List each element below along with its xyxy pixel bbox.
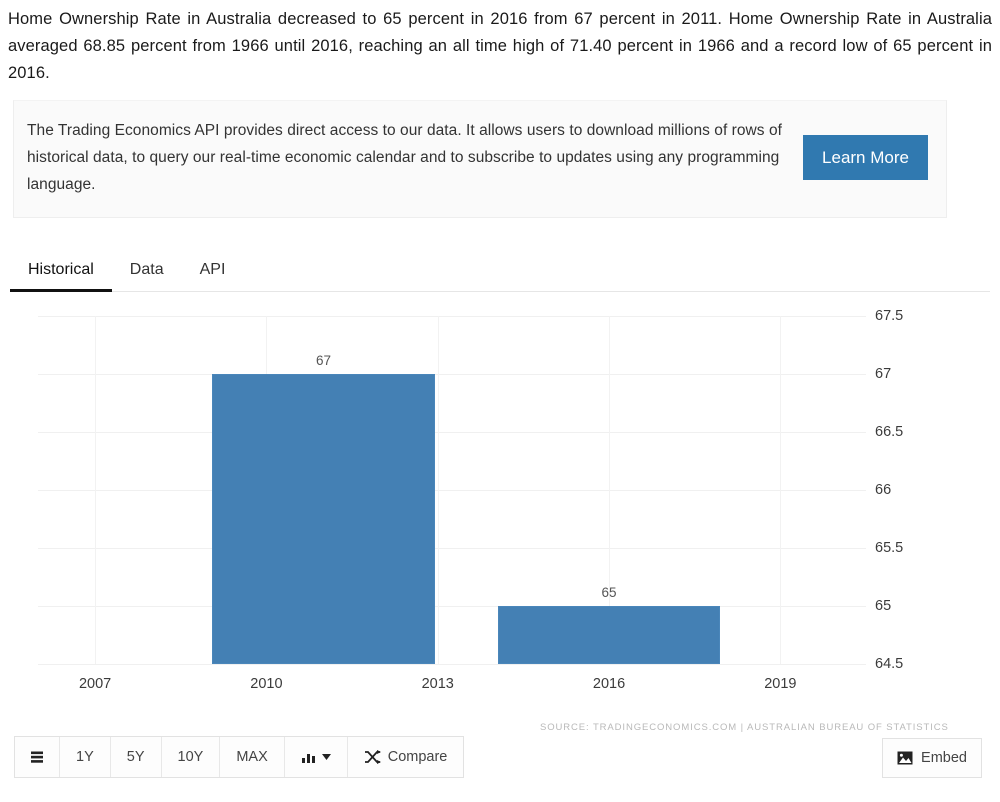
gridline-horizontal — [38, 432, 866, 433]
bar-value-label: 67 — [316, 353, 332, 368]
tab-api[interactable]: API — [182, 248, 244, 292]
shuffle-icon — [364, 750, 388, 764]
bar-value-label: 65 — [601, 585, 617, 600]
bar-chart-icon — [301, 750, 322, 764]
list-view-button[interactable] — [15, 737, 60, 777]
y-axis-tick-label: 67.5 — [875, 308, 904, 324]
chart-toolbar: 1Y 5Y 10Y MAX Compare — [14, 736, 465, 778]
chart-container[interactable]: 67 65 SOURCE: TRADINGECONOMICS.COM | AUST… — [0, 296, 1000, 733]
chevron-down-icon — [321, 754, 331, 760]
gridline-horizontal — [38, 316, 866, 317]
y-axis-tick-label: 64.5 — [875, 656, 904, 672]
gridline-vertical — [780, 316, 782, 664]
x-axis-tick-label: 2010 — [250, 676, 283, 692]
gridline-vertical — [437, 316, 439, 664]
chart-plot-area: 67 65 SOURCE: TRADINGECONOMICS.COM | AUST… — [38, 316, 948, 802]
x-axis-tick-label: 2019 — [764, 676, 797, 692]
compare-button[interactable]: Compare — [347, 737, 464, 777]
chart-source-note: SOURCE: TRADINGECONOMICS.COM | AUSTRALIA… — [540, 722, 949, 733]
chart-type-dropdown[interactable] — [284, 737, 348, 777]
embed-button[interactable]: Embed — [882, 738, 982, 778]
chart-bar[interactable] — [212, 374, 435, 664]
tab-bar: Historical Data API — [10, 248, 990, 292]
embed-label: Embed — [921, 750, 967, 766]
gridline-horizontal — [38, 664, 866, 665]
y-axis-tick-label: 66 — [875, 482, 892, 498]
tab-data[interactable]: Data — [112, 248, 182, 292]
gridline-vertical — [95, 316, 97, 664]
api-promo-text: The Trading Economics API provides direc… — [27, 122, 782, 193]
y-axis-tick-label: 65 — [875, 598, 892, 614]
gridline-horizontal — [38, 374, 866, 375]
range-5y-button[interactable]: 5Y — [110, 737, 162, 777]
y-axis-tick-label: 65.5 — [875, 540, 904, 556]
chart-bar[interactable] — [497, 606, 721, 664]
y-axis-tick-label: 67 — [875, 366, 892, 382]
gridline-horizontal — [38, 606, 866, 607]
range-max-button[interactable]: MAX — [220, 737, 285, 777]
image-icon — [897, 751, 913, 765]
gridline-horizontal — [38, 548, 866, 549]
compare-label: Compare — [387, 749, 448, 765]
summary-paragraph: Home Ownership Rate in Australia decreas… — [8, 10, 992, 82]
y-axis-tick-label: 66.5 — [875, 424, 904, 440]
list-icon — [29, 749, 45, 765]
range-1y-button[interactable]: 1Y — [60, 737, 111, 777]
x-axis-tick-label: 2016 — [592, 676, 626, 692]
page-root: Home Ownership Rate in Australia decreas… — [0, 0, 1000, 802]
gridline-horizontal — [38, 490, 866, 491]
tab-historical[interactable]: Historical — [10, 248, 112, 292]
api-promo-banner: The Trading Economics API provides direc… — [13, 100, 947, 218]
range-10y-button[interactable]: 10Y — [161, 737, 221, 777]
learn-more-button[interactable]: Learn More — [803, 135, 928, 180]
x-axis-tick-label: 2007 — [78, 676, 112, 692]
x-axis-tick-label: 2013 — [421, 676, 454, 692]
chart-canvas[interactable]: 67 65 — [38, 316, 866, 665]
